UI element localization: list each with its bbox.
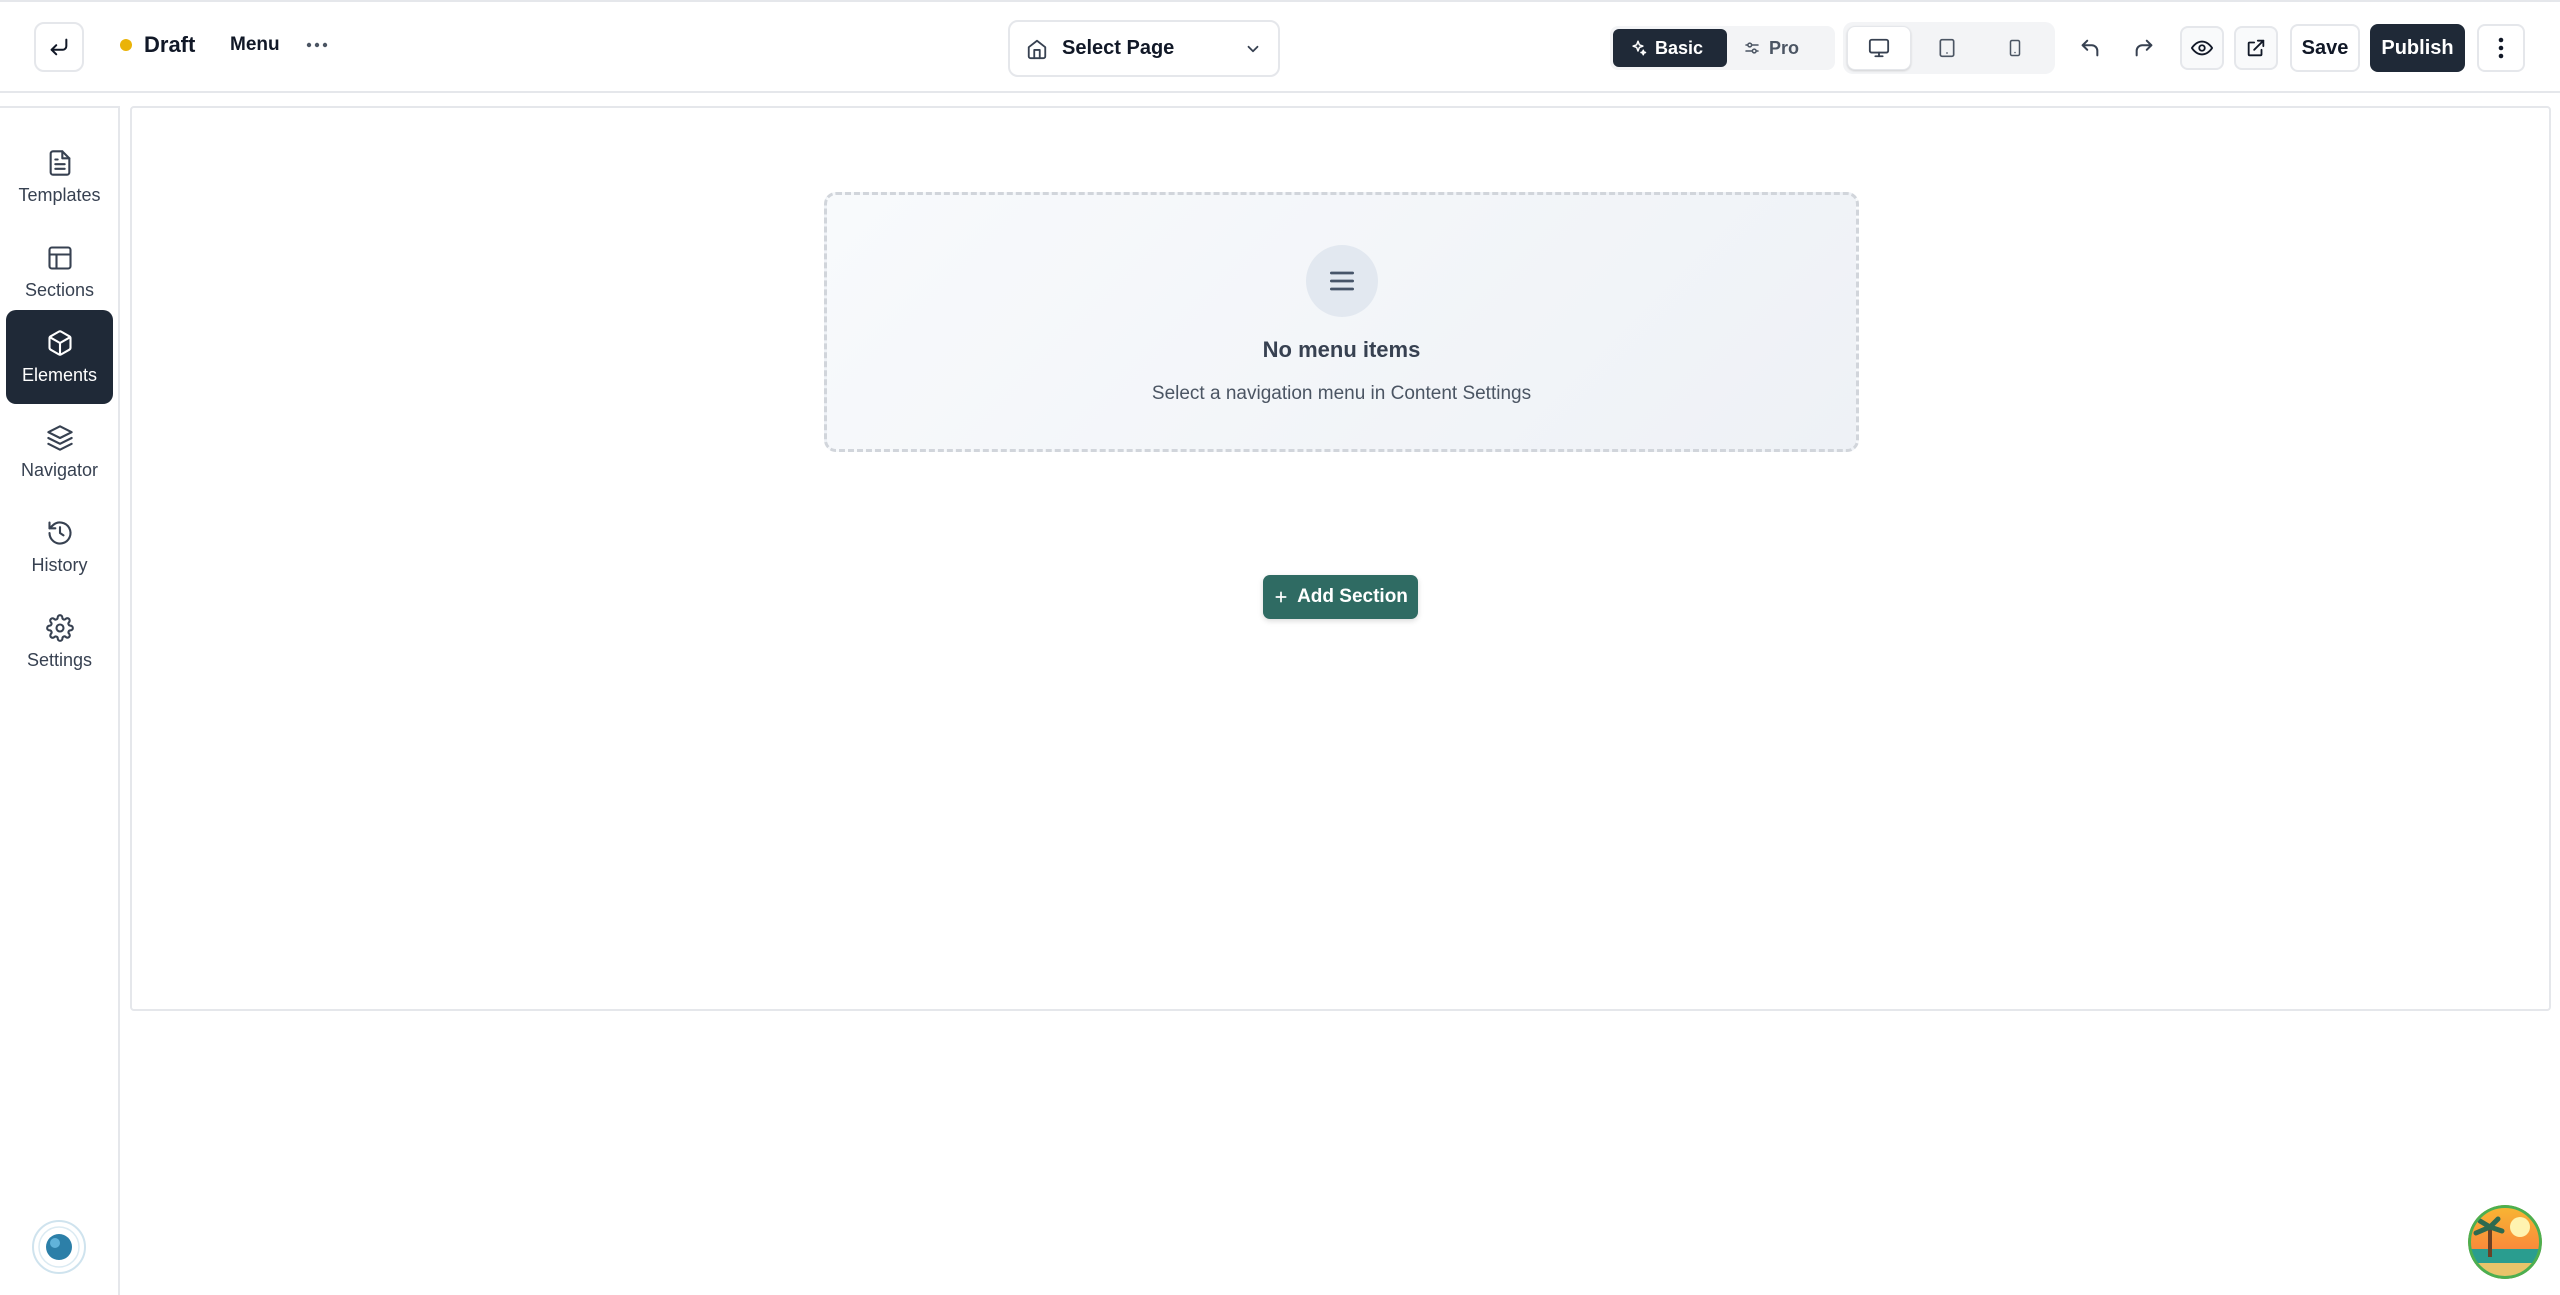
menu-icon [1329, 271, 1354, 291]
undo-button[interactable] [2068, 26, 2112, 70]
more-vertical-icon [2498, 37, 2504, 59]
page-canvas: No menu items Select a navigation menu i… [130, 106, 2551, 1011]
redo-icon [2135, 39, 2153, 57]
beach-avatar-icon [2468, 1205, 2542, 1279]
open-live-button[interactable] [2234, 26, 2278, 70]
publish-button[interactable]: Publish [2370, 24, 2465, 72]
sidebar-item-label: History [31, 554, 88, 575]
file-text-icon [49, 149, 70, 176]
preview-button[interactable] [2180, 26, 2224, 70]
sidebar-item-elements[interactable]: Elements [6, 310, 113, 404]
menu-icon-circle [1305, 245, 1378, 317]
tablet-icon [1939, 38, 1955, 58]
ellipsis-icon [306, 42, 328, 48]
sidebar-item-navigator[interactable]: Navigator [6, 405, 113, 499]
plus-icon [1275, 591, 1287, 603]
publish-status: Draft [120, 32, 195, 58]
desktop-view-button[interactable] [1847, 26, 1911, 70]
empty-state-title: No menu items [1262, 337, 1421, 362]
chevron-down-icon [1247, 45, 1259, 52]
top-toolbar: Draft Menu Select Page Basic Pro Save Pu… [0, 0, 2560, 93]
mode-pro-label: Pro [1769, 37, 1800, 58]
add-section-label: Add Section [1297, 586, 1408, 607]
assistant-avatar[interactable] [2468, 1205, 2542, 1279]
sidebar-item-history[interactable]: History [6, 500, 113, 594]
home-icon [1027, 39, 1047, 59]
layers-icon [46, 424, 73, 451]
box-icon [47, 329, 72, 356]
page-select-dropdown[interactable]: Select Page [1008, 20, 1280, 77]
monitor-icon [1868, 38, 1890, 58]
layout-icon [47, 245, 72, 270]
more-options-button[interactable] [300, 28, 334, 62]
page-name[interactable]: Menu [230, 34, 280, 56]
page-select-label: Select Page [1062, 37, 1175, 59]
app-logo[interactable] [30, 1218, 88, 1276]
sidebar-item-label: Settings [26, 649, 93, 670]
empty-state-subtitle: Select a navigation menu in Content Sett… [1151, 383, 1532, 404]
left-sidebar: Templates Sections Elements Navigator Hi… [0, 106, 120, 1295]
mode-basic-label: Basic [1655, 37, 1704, 58]
mode-pro-button[interactable]: Pro [1727, 29, 1815, 67]
corner-down-left-icon [50, 38, 68, 56]
mode-basic-button[interactable]: Basic [1613, 29, 1727, 67]
device-preview-toggle [1843, 22, 2055, 74]
smartphone-icon [2009, 39, 2021, 57]
eye-icon [2191, 40, 2213, 56]
editor-mode-toggle: Basic Pro [1610, 26, 1835, 70]
more-menu-button[interactable] [2477, 24, 2525, 72]
exit-editor-button[interactable] [34, 22, 84, 72]
undo-icon [2081, 39, 2099, 57]
orb-logo-icon [32, 1220, 86, 1274]
sidebar-item-label: Elements [21, 364, 98, 385]
status-dot [120, 39, 132, 51]
sidebar-item-label: Sections [24, 279, 95, 300]
status-label: Draft [144, 32, 196, 57]
history-icon [47, 520, 72, 545]
save-button[interactable]: Save [2290, 24, 2360, 72]
external-link-icon [2247, 39, 2265, 57]
menu-placeholder[interactable]: No menu items Select a navigation menu i… [824, 192, 1859, 452]
gear-icon [45, 613, 74, 642]
sidebar-item-settings[interactable]: Settings [6, 595, 113, 689]
sidebar-item-sections[interactable]: Sections [6, 225, 113, 319]
tablet-view-button[interactable] [1915, 26, 1979, 70]
sidebar-item-templates[interactable]: Templates [6, 130, 113, 224]
sparkles-icon [1632, 40, 1647, 56]
sidebar-item-label: Templates [18, 184, 101, 205]
sliders-icon [1745, 42, 1759, 54]
add-section-button[interactable]: Add Section [1263, 575, 1418, 619]
mobile-view-button[interactable] [1983, 26, 2047, 70]
sidebar-item-label: Navigator [20, 459, 99, 480]
redo-button[interactable] [2122, 26, 2166, 70]
